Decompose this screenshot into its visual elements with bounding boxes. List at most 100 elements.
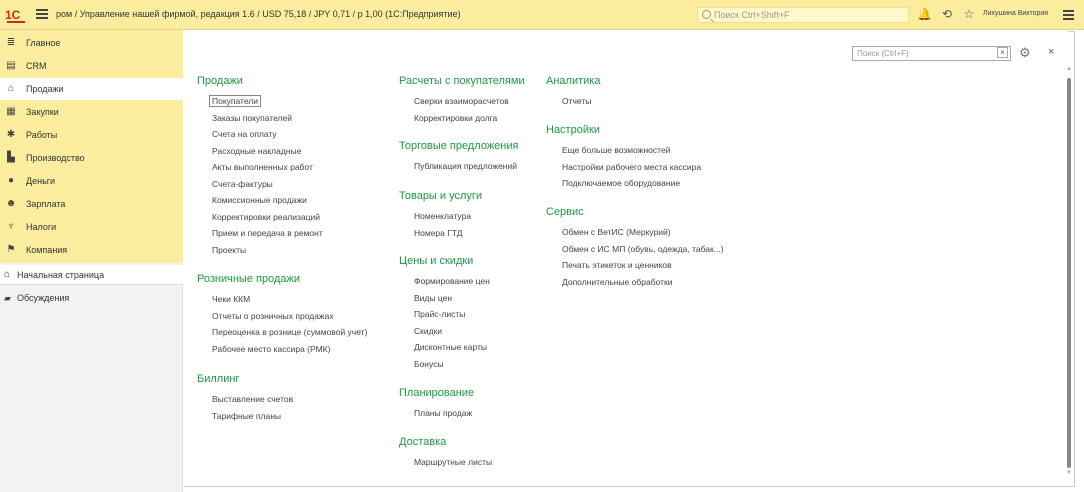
sidebar-item-works[interactable]: ✱ Работы [0,124,183,146]
section-link[interactable]: Виды цен [414,293,452,303]
scroll-down-icon[interactable]: ▼ [1066,470,1072,476]
section-link[interactable]: Прайс-листы [414,309,465,319]
section-link[interactable]: Отчеты о розничных продажах [212,311,334,321]
section-link[interactable]: Формирование цен [414,276,490,286]
search-icon [702,10,711,19]
home-icon: ⌂ [4,269,11,280]
salary-icon: ☻ [5,198,17,209]
section-link[interactable]: Счета на оплату [212,129,277,139]
section-link[interactable]: Заказы покупателей [212,113,292,123]
section-link[interactable]: Корректировки реализаций [212,212,320,222]
section-link[interactable]: Чеки ККМ [212,294,250,304]
section-link[interactable]: Акты выполненных работ [212,162,313,172]
section-title-planning: Планирование [399,387,475,399]
sidebar-item-label: Зарплата [26,199,66,209]
section-link[interactable]: Переоценка в рознице (суммовой учет) [212,327,367,337]
sidebar-item-crm[interactable]: ▤ CRM [0,55,183,77]
section-link[interactable]: Дисконтные карты [414,342,487,352]
app-title: ром / Управление нашей фирмой, редакция … [56,9,461,19]
sidebar-item-company[interactable]: ⚑ Компания [0,239,183,261]
clear-search-button[interactable]: × [997,47,1008,58]
main-menu-icon[interactable] [36,9,48,19]
section-link[interactable]: Выставление счетов [212,394,293,404]
sidebar-item-label: Продажи [26,84,64,94]
section-link[interactable]: Тарифные планы [212,411,281,421]
sidebar-item-label: CRM [26,61,47,71]
section-link[interactable]: Прием и передача в ремонт [212,228,323,238]
sidebar-item-label: Закупки [26,107,59,117]
sidebar-item-sales[interactable]: ⌂ Продажи [0,78,183,100]
section-title-analytics: Аналитика [546,75,601,87]
sidebar-item-money[interactable]: ● Деньги [0,170,183,192]
1c-logo[interactable]: 1С [5,8,27,23]
production-icon: ▙ [7,152,15,163]
works-icon: ✱ [6,129,16,140]
section-link[interactable]: Счета-фактуры [212,179,273,189]
section-link[interactable]: Покупатели [209,95,261,107]
section-link[interactable]: Маршрутные листы [414,457,492,467]
section-title-settings: Настройки [546,124,600,136]
taxes-icon: ♆ [7,221,15,232]
bell-icon[interactable]: 🔔 [917,7,932,21]
sales-icon: ⌂ [7,83,15,94]
history-icon[interactable]: ⟲ [940,7,954,21]
section-link[interactable]: Печать этикеток и ценников [562,260,672,270]
section-title-prices: Цены и скидки [399,255,474,267]
star-icon[interactable]: ☆ [962,7,976,21]
purchases-icon: ▦ [6,106,16,117]
section-title-goods: Товары и услуги [399,190,483,202]
section-link[interactable]: Обмен с ИС МП (обувь, одежда, табак...) [562,244,724,254]
section-link[interactable]: Дополнительные обработки [562,277,672,287]
section-link[interactable]: Номенклатура [414,211,471,221]
sidebar-item-discussions[interactable]: ▰ Обсуждения [0,288,183,308]
scrollbar-thumb[interactable] [1067,78,1071,468]
section-title-retail: Розничные продажи [197,273,300,285]
section-link[interactable]: Скидки [414,326,442,336]
section-link[interactable]: Публикация предложений [414,161,517,171]
sidebar-item-label: Деньги [26,176,56,186]
section-link[interactable]: Номера ГТД [414,228,463,238]
section-link[interactable]: Настройки рабочего места кассира [562,162,701,172]
sidebar-item-label: Компания [26,245,68,255]
top-bar: 1С ром / Управление нашей фирмой, редакц… [0,0,1084,30]
user-name[interactable]: Лихушина Виктория [983,10,1048,17]
sidebar-item-main[interactable]: ≣ Главное [0,32,183,54]
section-link[interactable]: Расходные накладные [212,146,301,156]
section-link[interactable]: Подключаемое оборудование [562,178,680,188]
sidebar-item-label: Налоги [26,222,57,232]
section-title-settlements: Расчеты с покупателями [399,75,525,87]
sidebar-item-label: Работы [26,130,58,140]
sidebar-item-production[interactable]: ▙ Производство [0,147,183,169]
sidebar-item-label: Производство [26,153,85,163]
sidebar-item-purchases[interactable]: ▦ Закупки [0,101,183,123]
section-link[interactable]: Планы продаж [414,408,472,418]
section-title-delivery: Доставка [399,436,447,448]
section-link[interactable]: Сверки взаиморасчетов [414,96,509,106]
section-link[interactable]: Корректировки долга [414,113,497,123]
global-search-input[interactable]: Поиск Ctrl+Shift+F [697,7,909,23]
section-title-sales: Продажи [197,75,243,87]
sidebar-item-label: Главное [26,38,61,48]
section-title-service: Сервис [546,206,584,218]
gear-icon[interactable]: ⚙ [1019,45,1031,61]
section-link[interactable]: Еще больше возможностей [562,145,670,155]
close-panel-button[interactable]: × [1048,46,1054,58]
sidebar-item-home[interactable]: ⌂ Начальная страница [0,265,183,285]
crm-icon: ▤ [6,60,16,71]
section-link[interactable]: Бонусы [414,359,444,369]
section-link[interactable]: Комиссионные продажи [212,195,307,205]
panel-search-input[interactable]: Поиск (Ctrl+F) [852,46,1011,61]
vertical-scrollbar[interactable]: ▲ ▼ [1066,66,1072,478]
main-icon: ≣ [6,37,16,48]
sidebar-item-taxes[interactable]: ♆ Налоги [0,216,183,238]
section-title-billing: Биллинг [197,373,240,385]
sidebar-item-salary[interactable]: ☻ Зарплата [0,193,183,215]
section-link[interactable]: Проекты [212,245,246,255]
settings-menu-icon[interactable] [1063,10,1074,22]
section-link[interactable]: Обмен с ВетИС (Меркурий) [562,227,671,237]
money-icon: ● [7,175,15,186]
scroll-up-icon[interactable]: ▲ [1066,66,1072,72]
company-icon: ⚑ [6,244,16,255]
section-link[interactable]: Рабочее место кассира (РМК) [212,344,330,354]
section-link[interactable]: Отчеты [562,96,591,106]
